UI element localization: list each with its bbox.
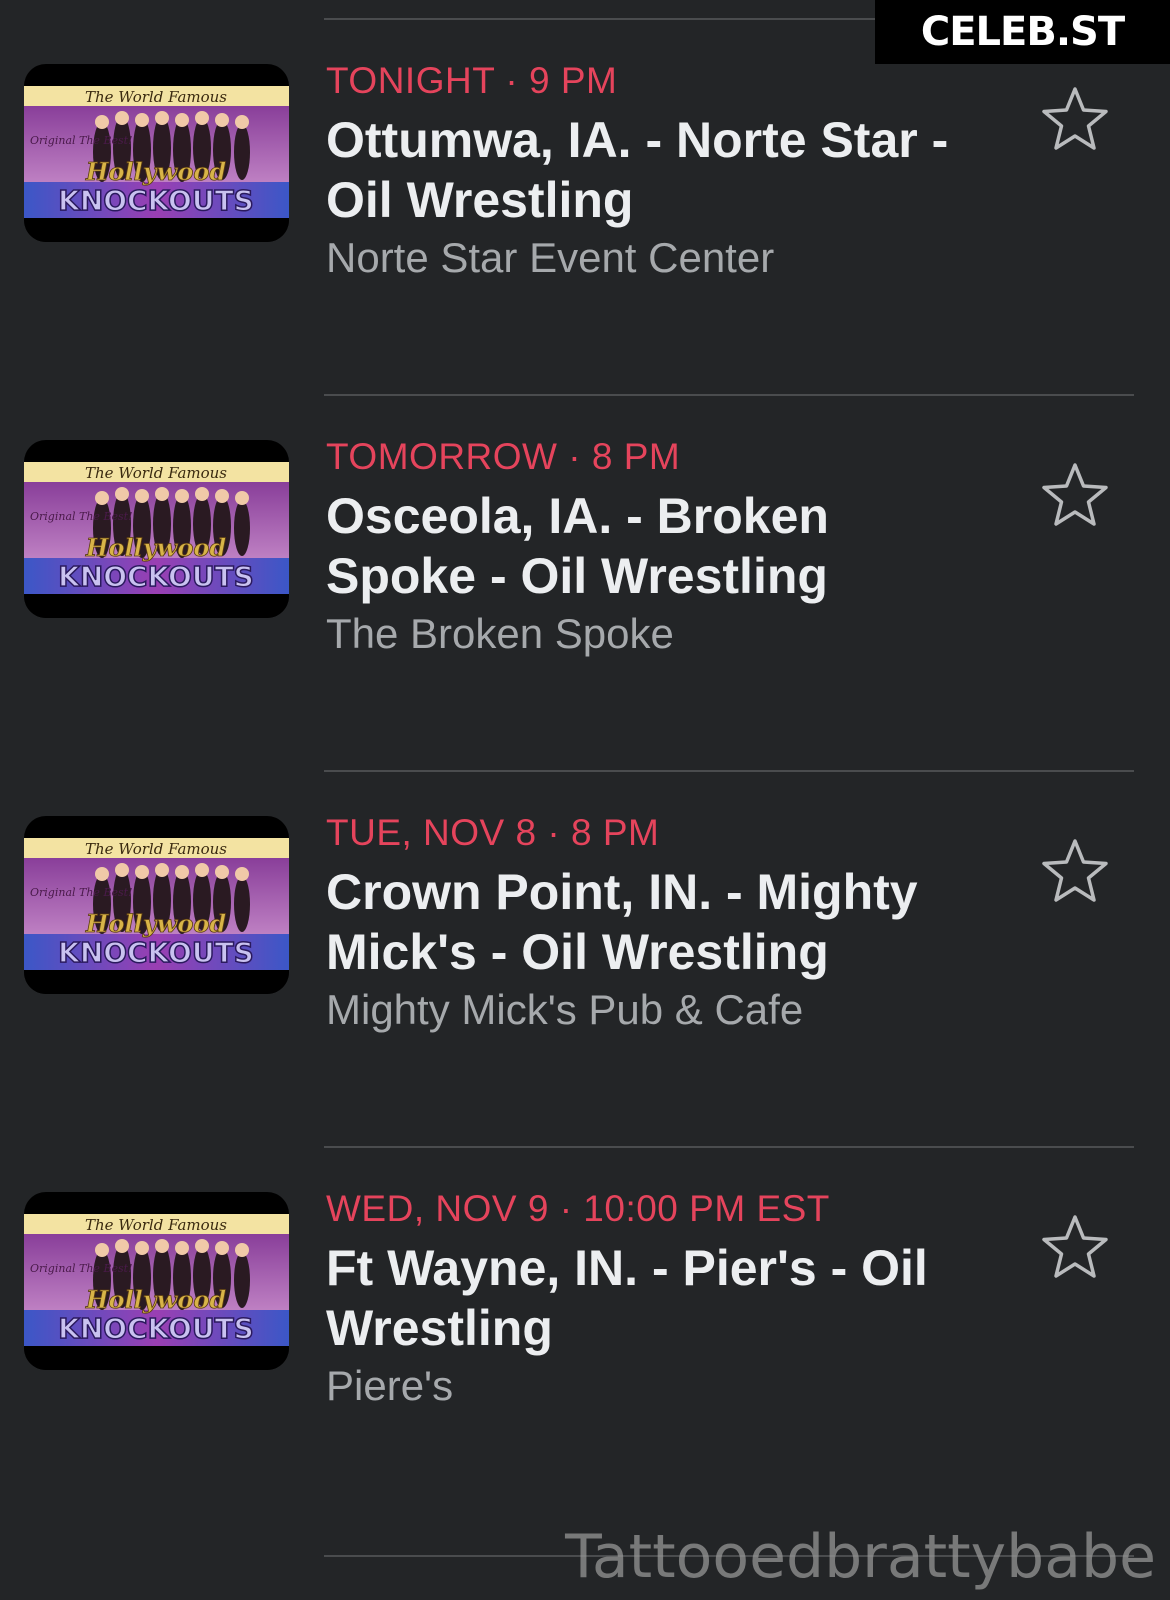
watermark-text: Tattooedbrattybabe bbox=[565, 1522, 1156, 1592]
event-venue: Mighty Mick's Pub & Cafe bbox=[326, 986, 804, 1033]
event-thumbnail[interactable]: The World Famous Original The Best! Holl… bbox=[24, 440, 289, 618]
star-outline-icon[interactable] bbox=[1040, 1212, 1110, 1282]
event-title[interactable]: Ottumwa, IA. - Norte Star - Oil Wrestlin… bbox=[326, 110, 966, 230]
svg-text:The World Famous: The World Famous bbox=[85, 88, 227, 106]
divider bbox=[324, 1146, 1134, 1148]
star-outline-icon[interactable] bbox=[1040, 836, 1110, 906]
svg-text:The World Famous: The World Famous bbox=[85, 464, 227, 482]
event-item[interactable]: The World Famous Original The Best! Holl… bbox=[0, 22, 1170, 406]
star-outline-icon[interactable] bbox=[1040, 84, 1110, 154]
event-title[interactable]: Crown Point, IN. - Mighty Mick's - Oil W… bbox=[326, 862, 966, 982]
svg-text:Hollywood: Hollywood bbox=[85, 157, 227, 186]
watermark-logo: CELEB.ST bbox=[875, 0, 1170, 64]
event-item[interactable]: The World Famous Original The Best! Holl… bbox=[0, 1150, 1170, 1534]
divider bbox=[324, 394, 1134, 396]
svg-text:Hollywood: Hollywood bbox=[85, 909, 227, 938]
svg-text:The World Famous: The World Famous bbox=[85, 840, 227, 858]
svg-text:Original The Best!: Original The Best! bbox=[30, 510, 133, 523]
svg-text:KNOCKOUTS: KNOCKOUTS bbox=[58, 184, 254, 217]
event-datetime: TOMORROW · 8 PM bbox=[326, 436, 681, 477]
event-thumbnail[interactable]: The World Famous Original The Best! Holl… bbox=[24, 1192, 289, 1370]
event-thumbnail[interactable]: The World Famous Original The Best! Holl… bbox=[24, 64, 289, 242]
event-venue: Piere's bbox=[326, 1362, 454, 1409]
event-datetime: TUE, NOV 8 · 8 PM bbox=[326, 812, 660, 853]
svg-text:Hollywood: Hollywood bbox=[85, 1285, 227, 1314]
event-item[interactable]: The World Famous Original The Best! Holl… bbox=[0, 398, 1170, 782]
event-item[interactable]: The World Famous Original The Best! Holl… bbox=[0, 774, 1170, 1158]
event-title[interactable]: Ft Wayne, IN. - Pier's - Oil Wrestling bbox=[326, 1238, 966, 1358]
event-title[interactable]: Osceola, IA. - Broken Spoke - Oil Wrestl… bbox=[326, 486, 966, 606]
svg-text:Hollywood: Hollywood bbox=[85, 533, 227, 562]
svg-text:KNOCKOUTS: KNOCKOUTS bbox=[58, 1312, 254, 1345]
svg-text:KNOCKOUTS: KNOCKOUTS bbox=[58, 560, 254, 593]
svg-text:Original The Best!: Original The Best! bbox=[30, 134, 133, 147]
svg-text:Original The Best!: Original The Best! bbox=[30, 1262, 133, 1275]
divider bbox=[324, 770, 1134, 772]
svg-text:KNOCKOUTS: KNOCKOUTS bbox=[58, 936, 254, 969]
event-venue: Norte Star Event Center bbox=[326, 234, 775, 281]
event-datetime: TONIGHT · 9 PM bbox=[326, 60, 618, 101]
event-thumbnail[interactable]: The World Famous Original The Best! Holl… bbox=[24, 816, 289, 994]
svg-text:The World Famous: The World Famous bbox=[85, 1216, 227, 1234]
event-datetime: WED, NOV 9 · 10:00 PM EST bbox=[326, 1188, 830, 1229]
svg-text:Original The Best!: Original The Best! bbox=[30, 886, 133, 899]
event-venue: The Broken Spoke bbox=[326, 610, 674, 657]
star-outline-icon[interactable] bbox=[1040, 460, 1110, 530]
